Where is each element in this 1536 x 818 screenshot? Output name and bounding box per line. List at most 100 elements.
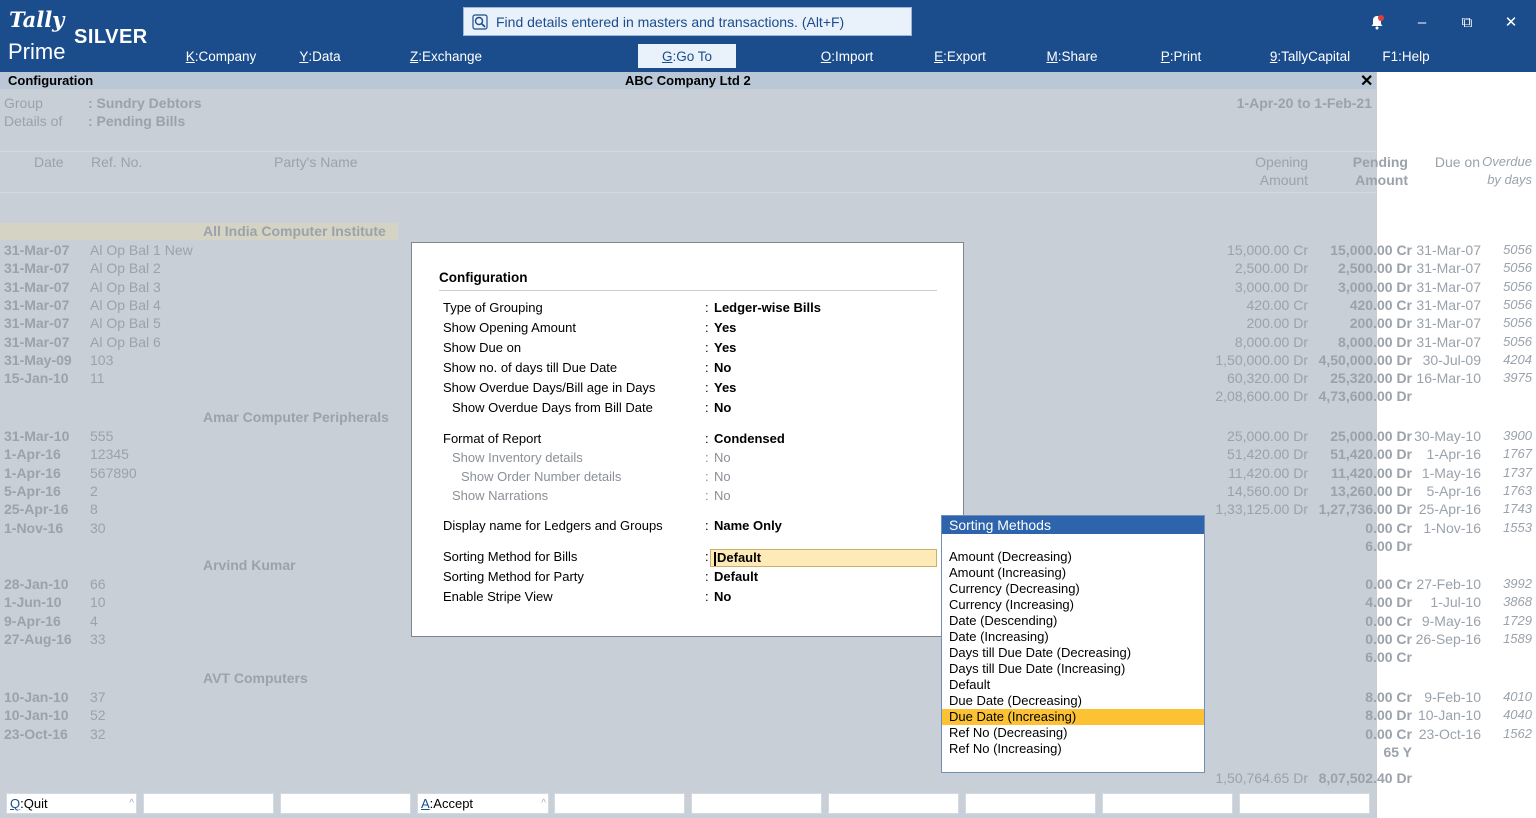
- sorting-option[interactable]: Default: [942, 677, 1204, 693]
- footer-button-empty[interactable]: [280, 793, 411, 814]
- row-opening: 1,33,125.00 Dr: [1215, 501, 1308, 517]
- row-due: 26-Sep-16: [1415, 631, 1481, 647]
- config-label: Enable Stripe View: [443, 589, 553, 604]
- row-ref: Al Op Bal 6: [90, 334, 161, 350]
- sorting-option[interactable]: Ref No (Increasing): [942, 741, 1204, 757]
- sorting-method-bills-field[interactable]: Default: [710, 549, 937, 567]
- config-value[interactable]: Condensed: [714, 431, 785, 446]
- row-date: 1-Apr-16: [4, 446, 61, 462]
- sorting-option[interactable]: Currency (Increasing): [942, 597, 1204, 613]
- row-pending: 25,320.00 Dr: [1330, 370, 1412, 386]
- row-overdue: 1562: [1503, 726, 1532, 741]
- row-pending: 4.00 Dr: [1365, 594, 1412, 610]
- sorting-option[interactable]: Days till Due Date (Increasing): [942, 661, 1204, 677]
- sorting-option[interactable]: Amount (Decreasing): [942, 549, 1204, 565]
- menu-import[interactable]: O: Import: [816, 44, 878, 68]
- menu-share[interactable]: M: Share: [1041, 44, 1103, 68]
- row-opening: 8,000.00 Dr: [1234, 334, 1308, 350]
- config-value[interactable]: No: [714, 400, 731, 415]
- config-colon: :: [705, 488, 709, 503]
- row-pending: 200.00 Dr: [1349, 315, 1412, 331]
- group-name: Arvind Kumar: [203, 557, 296, 573]
- menu-print[interactable]: P: Print: [1152, 44, 1210, 68]
- group-total-pending: 6.00 Cr: [1365, 649, 1412, 665]
- menu-tallycapital[interactable]: 9: TallyCapital: [1265, 44, 1355, 68]
- row-overdue: 1589: [1503, 631, 1532, 646]
- menu-go-to[interactable]: G: Go To: [638, 44, 736, 68]
- row-date: 31-Mar-07: [4, 260, 70, 276]
- footer-button-quit[interactable]: Q:Quit ^: [6, 793, 137, 814]
- row-ref: Al Op Bal 4: [90, 297, 161, 313]
- config-value[interactable]: No: [714, 469, 731, 484]
- config-value[interactable]: Ledger-wise Bills: [714, 300, 821, 315]
- footer-button-empty[interactable]: [143, 793, 274, 814]
- row-overdue: 3868: [1503, 594, 1532, 609]
- footer-button-accept[interactable]: A:Accept ^: [417, 793, 549, 814]
- row-date: 31-Mar-07: [4, 297, 70, 313]
- close-window-button[interactable]: ✕: [1500, 11, 1522, 33]
- search-bar[interactable]: Find details entered in masters and tran…: [463, 7, 912, 36]
- config-value[interactable]: No: [714, 450, 731, 465]
- sorting-option[interactable]: Date (Descending): [942, 613, 1204, 629]
- sorting-option[interactable]: Due Date (Decreasing): [942, 693, 1204, 709]
- row-overdue: 3975: [1503, 370, 1532, 385]
- config-value[interactable]: Name Only: [714, 518, 782, 533]
- footer-button-empty[interactable]: [554, 793, 685, 814]
- notification-bell-icon[interactable]: [1366, 11, 1388, 33]
- report-title-bar: Configuration ABC Company Ltd 2 ✕: [0, 71, 1376, 91]
- footer-button-empty[interactable]: [828, 793, 959, 814]
- menu-help[interactable]: F1: Help: [1378, 44, 1434, 68]
- row-pending: 420.00 Cr: [1349, 297, 1412, 313]
- row-pending: 0.00 Cr: [1365, 613, 1412, 629]
- row-date: 23-Oct-16: [4, 726, 68, 742]
- row-overdue: 5056: [1503, 315, 1532, 330]
- sorting-option[interactable]: Date (Increasing): [942, 629, 1204, 645]
- menu-exchange[interactable]: Z: Exchange: [406, 44, 486, 68]
- footer-button-empty[interactable]: [1102, 793, 1233, 814]
- config-label: Show Order Number details: [461, 469, 622, 484]
- row-opening: 60,320.00 Dr: [1227, 370, 1308, 386]
- row-pending: 8.00 Dr: [1365, 707, 1412, 723]
- config-value[interactable]: Yes: [714, 340, 736, 355]
- config-label: Sorting Method for Bills: [443, 549, 578, 564]
- config-value[interactable]: Yes: [714, 320, 736, 335]
- footer-button-empty[interactable]: [965, 793, 1096, 814]
- footer-button-empty[interactable]: [691, 793, 822, 814]
- sorting-methods-popup: Sorting Methods Amount (Decreasing) Amoun…: [941, 515, 1205, 773]
- menu-export[interactable]: E: Export: [929, 44, 991, 68]
- config-label: Show Opening Amount: [443, 320, 576, 335]
- row-ref: Al Op Bal 2: [90, 260, 161, 276]
- config-value[interactable]: No: [714, 589, 731, 604]
- close-report-icon[interactable]: ✕: [1360, 71, 1373, 91]
- menu-company[interactable]: K: Company: [181, 44, 261, 68]
- row-pending: 0.00 Cr: [1365, 631, 1412, 647]
- row-ref: 33: [90, 631, 106, 647]
- config-label: Format of Report: [443, 431, 542, 446]
- config-value[interactable]: No: [714, 360, 731, 375]
- row-date: 10-Jan-10: [4, 689, 69, 705]
- config-label: Show no. of days till Due Date: [443, 360, 618, 375]
- row-opening: 51,420.00 Dr: [1227, 446, 1308, 462]
- logo-tally: Tally: [9, 7, 65, 32]
- menu-data[interactable]: Y: Data: [294, 44, 346, 68]
- row-ref: Al Op Bal 5: [90, 315, 161, 331]
- sorting-option[interactable]: Amount (Increasing): [942, 565, 1204, 581]
- row-ref: 52: [90, 707, 106, 723]
- footer-button-empty[interactable]: [1239, 793, 1370, 814]
- col-party: Party's Name: [274, 154, 358, 170]
- sorting-option[interactable]: Due Date (Increasing): [942, 709, 1204, 725]
- sorting-option[interactable]: Days till Due Date (Decreasing): [942, 645, 1204, 661]
- row-date: 27-Aug-16: [4, 631, 72, 647]
- config-value[interactable]: Yes: [714, 380, 736, 395]
- config-value[interactable]: Default: [714, 569, 758, 584]
- minimize-button[interactable]: –: [1411, 11, 1433, 33]
- row-date: 31-Mar-07: [4, 315, 70, 331]
- config-value[interactable]: No: [714, 488, 731, 503]
- row-opening: 25,000.00 Dr: [1227, 428, 1308, 444]
- footer-caret-icon: ^: [541, 798, 546, 809]
- sorting-option[interactable]: Ref No (Decreasing): [942, 725, 1204, 741]
- row-due: 30-May-10: [1414, 428, 1481, 444]
- restore-button[interactable]: ⧉: [1456, 11, 1478, 33]
- group-total-pending: 65 Y: [1383, 744, 1412, 760]
- sorting-option[interactable]: Currency (Decreasing): [942, 581, 1204, 597]
